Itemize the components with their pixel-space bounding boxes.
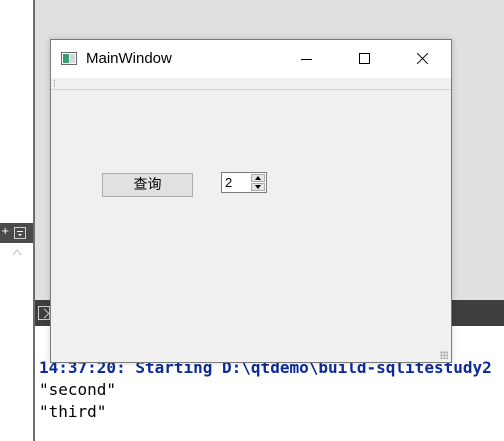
spin-up-icon[interactable] [251,174,265,182]
size-grip-icon[interactable] [440,351,448,359]
main-window: MainWindow 查询 2 [50,39,452,363]
app-icon [61,52,77,65]
dropdown-icon[interactable] [14,227,26,239]
output-line: "second" [39,380,117,399]
maximize-button[interactable] [335,40,393,78]
toolbar-grip[interactable] [54,80,57,87]
title-bar[interactable]: MainWindow [51,40,451,78]
toolbar-strip [51,78,451,90]
window-title: MainWindow [86,50,172,67]
panel-icon[interactable] [38,306,50,320]
close-button[interactable] [393,40,451,78]
output-line: "third" [39,402,107,421]
minimize-button[interactable] [277,40,335,78]
spin-down-icon[interactable] [251,183,265,191]
close-icon [415,52,429,66]
spinbox[interactable]: 2 [221,172,267,193]
plus-icon[interactable]: + [1,225,9,239]
scroll-up-icon[interactable] [12,249,22,255]
maximize-icon [359,53,370,64]
query-button[interactable]: 查询 [102,173,193,197]
spinbox-value[interactable]: 2 [225,174,232,191]
minimize-icon [301,59,312,60]
left-sidebar [0,0,33,441]
